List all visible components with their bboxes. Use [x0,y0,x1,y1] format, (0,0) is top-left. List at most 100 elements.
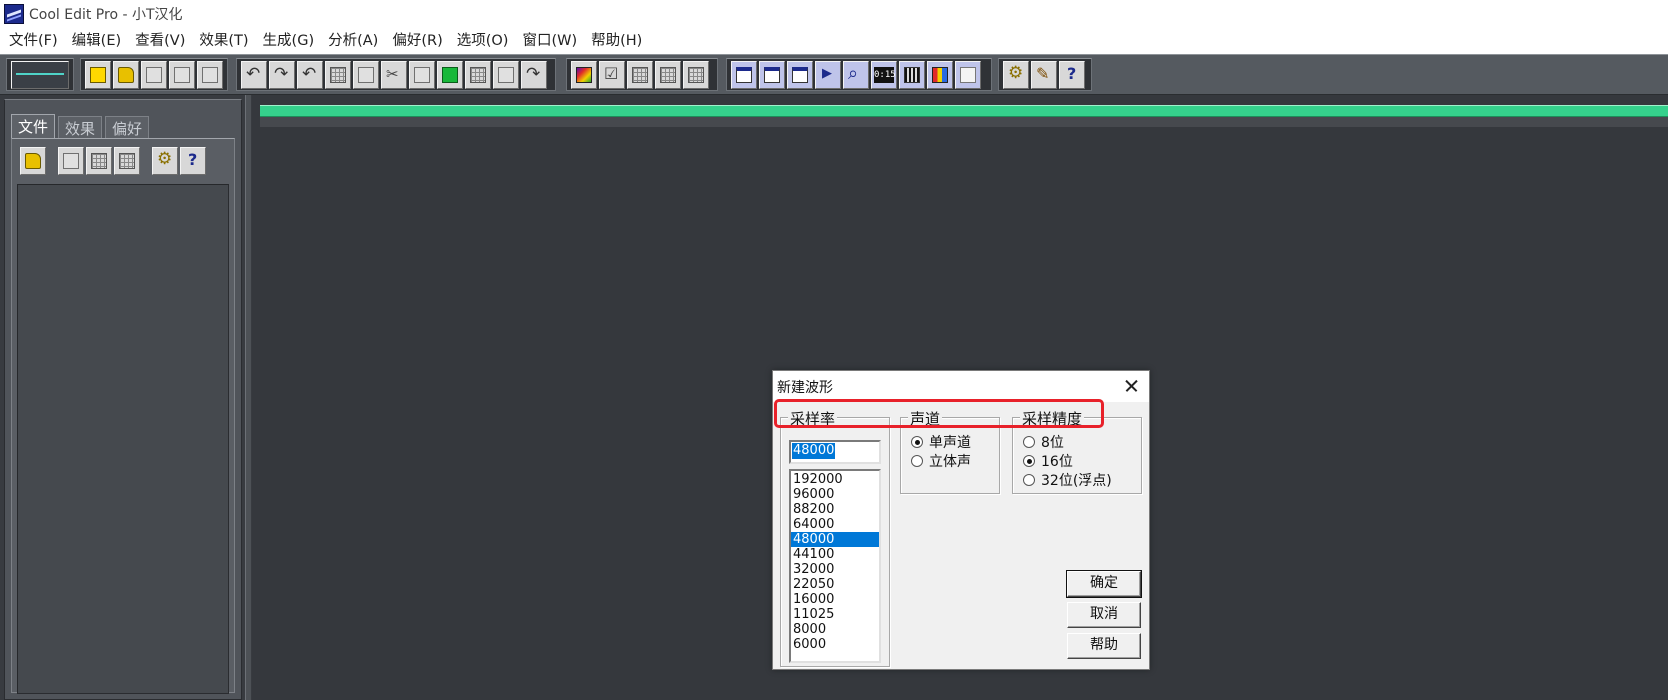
repeat-button[interactable] [297,60,323,89]
list-item[interactable]: 96000 [791,487,879,502]
grid-icon [688,66,704,83]
list-item[interactable]: 88200 [791,502,879,517]
grid-button-2[interactable] [655,60,681,89]
save-all-button[interactable] [197,60,223,89]
menu-edit[interactable]: 编辑(E) [67,29,126,53]
8bit-option[interactable]: 8位 [1023,432,1064,452]
paste-button[interactable] [409,60,435,89]
play-icon [820,66,836,83]
cut-button[interactable] [381,60,407,89]
copy-new-button[interactable] [325,60,351,89]
status-bar-button[interactable] [955,60,981,89]
transport-window-button[interactable] [815,60,841,89]
mix-paste-button[interactable] [465,60,491,89]
organizer-close-button[interactable] [58,147,84,175]
toolbar-group-view [566,58,718,91]
file-list[interactable] [17,184,229,694]
help-icon [1064,64,1080,83]
folder-open-icon [118,66,134,83]
save-all-icon [202,66,218,83]
menu-effects[interactable]: 效果(T) [194,29,253,53]
radio-unchecked[interactable] [911,455,923,467]
organizer-help-button[interactable] [180,147,206,175]
status-bar-icon [960,66,976,83]
sample-rate-input[interactable]: 48000 [789,440,881,464]
redo-button[interactable] [269,60,295,89]
window-button-1[interactable] [731,60,757,89]
paste-new-button[interactable] [437,60,463,89]
trim-button[interactable] [493,60,519,89]
organizer-edit-button[interactable] [114,147,140,175]
list-item[interactable]: 192000 [791,472,879,487]
paste-new-icon [442,66,458,83]
resolution-group: 采样精度 8位 16位 32位(浮点) [1012,408,1142,494]
grid-button-1[interactable] [627,60,653,89]
window-button-3[interactable] [787,60,813,89]
tab-effects[interactable]: 效果 [58,116,103,138]
list-item[interactable]: 8000 [791,622,879,637]
list-item[interactable]: 22050 [791,577,879,592]
help-button-dialog[interactable]: 帮助 [1067,633,1141,659]
save-icon [146,66,162,83]
silence-button[interactable] [521,60,547,89]
help-button[interactable] [1059,60,1085,89]
settings-button[interactable] [1003,60,1029,89]
display-range-track [260,117,1668,127]
display-range-bar[interactable] [260,105,1668,117]
snap-button[interactable] [599,60,625,89]
tab-favorites[interactable]: 偏好 [105,116,150,138]
ok-button[interactable]: 确定 [1066,570,1142,598]
spectral-view-button[interactable] [571,60,597,89]
time-window-button[interactable]: 0:15 [871,60,897,89]
list-item[interactable]: 44100 [791,547,879,562]
scripts-button[interactable] [1031,60,1057,89]
copy-icon [358,66,374,83]
radio-unchecked[interactable] [1023,436,1035,448]
list-item[interactable]: 16000 [791,592,879,607]
organizer-insert-button[interactable] [86,147,112,175]
save-as-button[interactable] [169,60,195,89]
script-icon [1036,64,1052,83]
menu-favorites[interactable]: 偏好(R) [387,29,447,53]
32bit-float-option[interactable]: 32位(浮点) [1023,470,1112,490]
list-item[interactable]: 32000 [791,562,879,577]
menu-help[interactable]: 帮助(H) [586,29,647,53]
organizer-toolbar [20,147,208,175]
save-button[interactable] [141,60,167,89]
undo-button[interactable] [241,60,267,89]
gear-icon [1008,63,1024,83]
copy-button[interactable] [353,60,379,89]
selection-window-button[interactable] [899,60,925,89]
zoom-window-button[interactable] [843,60,869,89]
cancel-button[interactable]: 取消 [1067,602,1141,628]
list-item[interactable]: 11025 [791,607,879,622]
close-icon[interactable] [1117,373,1145,399]
radio-checked[interactable] [1023,455,1035,467]
window-title: Cool Edit Pro - 小T汉化 [29,6,183,23]
radio-unchecked[interactable] [1023,474,1035,486]
radio-checked[interactable] [911,436,923,448]
menu-analyze[interactable]: 分析(A) [323,29,383,53]
panel-splitter[interactable] [245,95,251,700]
16bit-option[interactable]: 16位 [1023,451,1073,471]
grid-button-3[interactable] [683,60,709,89]
sample-rate-list[interactable]: 192000 96000 88200 64000 48000 44100 320… [789,469,881,663]
level-meter-button[interactable] [927,60,953,89]
new-file-button[interactable] [85,60,111,89]
menu-view[interactable]: 查看(V) [130,29,190,53]
organizer-open-button[interactable] [20,147,46,175]
stereo-option[interactable]: 立体声 [911,451,971,471]
menu-options[interactable]: 选项(O) [452,29,514,53]
menu-file[interactable]: 文件(F) [4,29,63,53]
menu-window[interactable]: 窗口(W) [517,29,582,53]
window-button-2[interactable] [759,60,785,89]
list-item[interactable]: 6000 [791,637,879,652]
multitrack-toggle-button[interactable] [11,60,69,89]
menu-generate[interactable]: 生成(G) [258,29,320,53]
open-file-button[interactable] [113,60,139,89]
organizer-options-button[interactable] [152,147,178,175]
list-item-selected[interactable]: 48000 [791,532,879,547]
list-item[interactable]: 64000 [791,517,879,532]
mono-option[interactable]: 单声道 [911,432,971,452]
tab-files[interactable]: 文件 [11,114,56,138]
